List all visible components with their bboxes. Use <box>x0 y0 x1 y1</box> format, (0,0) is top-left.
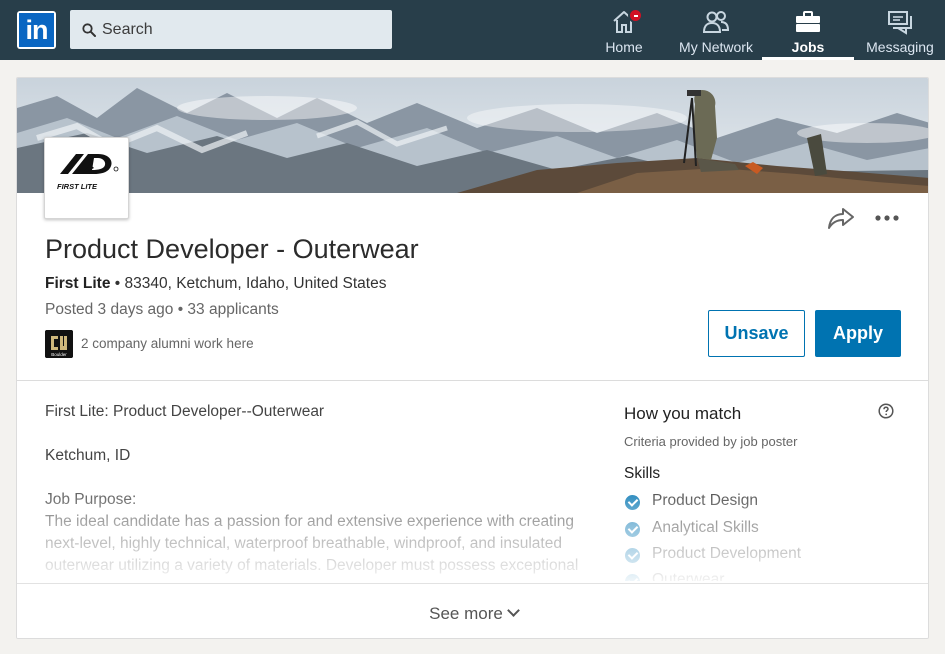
see-more-button[interactable]: See more <box>17 604 928 624</box>
check-circle-icon <box>625 548 640 563</box>
nav-messaging[interactable]: Messaging <box>862 0 938 60</box>
description-location: Ketchum, ID <box>45 447 131 464</box>
linkedin-logo-mark: in <box>19 13 54 47</box>
nav-home-label: Home <box>605 39 643 55</box>
top-nav: in Home My Network Jobs <box>0 0 945 60</box>
active-tab-indicator <box>762 57 854 60</box>
criteria-note: Criteria provided by job poster <box>624 434 798 449</box>
check-circle-icon <box>625 495 640 510</box>
description-heading: Job Purpose: <box>45 491 137 508</box>
svg-text:Boulder: Boulder <box>51 352 67 357</box>
share-icon[interactable] <box>827 205 855 231</box>
skill-label: Product Development <box>652 545 802 562</box>
search-icon <box>82 23 96 37</box>
description-line: First Lite: Product Developer--Outerwear <box>45 403 325 420</box>
svg-text:FIRST LITE: FIRST LITE <box>57 182 98 191</box>
job-description: First Lite: Product Developer--Outerwear… <box>45 401 605 581</box>
network-icon <box>702 11 730 33</box>
how-you-match-title: How you match <box>624 404 742 423</box>
company-banner-image <box>17 78 928 193</box>
notification-badge <box>628 8 643 23</box>
job-company-location: First Lite • 83340, Ketchum, Idaho, Unit… <box>45 275 386 293</box>
help-icon[interactable] <box>878 403 894 419</box>
alumni-text: 2 company alumni work here <box>81 336 254 351</box>
nav-home[interactable]: Home <box>594 0 654 60</box>
check-circle-icon <box>625 522 640 537</box>
more-options-icon[interactable] <box>874 208 902 228</box>
nav-jobs-label: Jobs <box>791 39 825 55</box>
university-logo: Boulder <box>45 330 73 358</box>
job-posted-info: Posted 3 days ago • 33 applicants <box>45 301 279 318</box>
nav-messaging-label: Messaging <box>866 39 934 55</box>
briefcase-icon <box>796 11 820 32</box>
job-location: 83340, Ketchum, Idaho, United States <box>124 275 387 292</box>
see-more-label: See more <box>429 604 503 623</box>
apply-button[interactable]: Apply <box>815 310 901 357</box>
chevron-down-icon <box>506 604 520 617</box>
search-box <box>70 10 392 49</box>
skill-label: Analytical Skills <box>652 519 759 536</box>
nav-my-network-label: My Network <box>679 39 753 55</box>
how-you-match-panel: How you match Criteria provided by job p… <box>624 401 904 581</box>
first-lite-logo: FIRST LITE <box>57 154 119 191</box>
skill-label: Product Design <box>652 492 758 509</box>
nav-jobs[interactable]: Jobs <box>762 0 854 60</box>
nav-my-network[interactable]: My Network <box>668 0 764 60</box>
description-body: The ideal candidate has a passion for an… <box>45 513 579 574</box>
linkedin-logo[interactable]: in <box>17 11 56 49</box>
search-input[interactable] <box>102 10 382 49</box>
company-location-separator: • <box>110 275 125 292</box>
unsave-button[interactable]: Unsave <box>708 310 805 357</box>
messaging-icon <box>888 11 912 35</box>
job-title: Product Developer - Outerwear <box>45 234 419 264</box>
section-divider <box>17 380 928 381</box>
company-name[interactable]: First Lite <box>45 275 110 292</box>
job-card: FIRST LITE Product Developer - Outerwear… <box>16 77 929 639</box>
skills-heading: Skills <box>624 465 661 482</box>
see-more-bar: See more <box>17 583 928 638</box>
check-circle-icon <box>625 574 640 581</box>
skill-label: Outerwear <box>652 571 725 581</box>
company-logo[interactable]: FIRST LITE <box>44 137 129 219</box>
